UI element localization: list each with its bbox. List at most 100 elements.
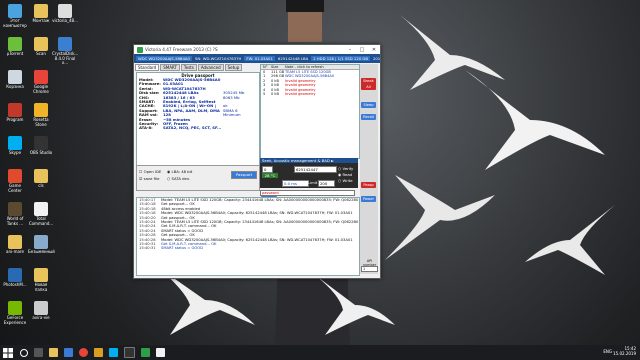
taskbar: ENG 15:42 15.02.2019 — [0, 345, 640, 360]
rosetta-icon — [34, 103, 48, 117]
tab-standard[interactable]: Standard — [135, 64, 160, 71]
folder-icon — [34, 169, 48, 183]
desktop-icon[interactable]: Монтаж — [28, 4, 54, 24]
desktop-icon[interactable]: Rosetta Stone — [28, 103, 54, 127]
password-input[interactable]: password — [260, 190, 355, 196]
desktop-icon[interactable]: PhotoshM... — [2, 268, 28, 288]
log-line: 15:40:31 SMART status = GOOD — [137, 246, 359, 250]
sleep-button[interactable]: Sleep — [361, 102, 376, 108]
desktop-icon[interactable]: World of Tanks ... — [2, 202, 28, 226]
save-file-label: save file — [143, 176, 160, 181]
obs-taskbar-icon[interactable] — [124, 347, 135, 358]
passport-value: SATA2, NCQ, PEC, SCT, SF... — [163, 126, 222, 131]
system-tray[interactable]: ENG 15:42 15.02.2019 — [603, 346, 636, 356]
app-icon — [137, 46, 143, 53]
lba-radio[interactable]: ◉ LBA: 48 bit — [167, 169, 192, 174]
col-number[interactable]: N° — [261, 65, 271, 69]
desktop-icon[interactable]: Program — [2, 103, 28, 123]
desktop-icon-label: victoria_48... — [52, 18, 78, 23]
seek-panel: Seek, Acoustic management & BAD ► 0 6251… — [260, 158, 358, 198]
desktop-icon[interactable]: GeForce Experience — [2, 301, 28, 325]
close-icon[interactable]: ✕ — [368, 47, 380, 53]
limit-input[interactable]: 200 — [318, 180, 335, 187]
desktop-icon[interactable]: µTorrent — [2, 37, 28, 57]
desktop-icon-label: avira-vie — [32, 315, 50, 320]
desktop-icon[interactable]: Корзина — [2, 70, 28, 90]
desktop-icon[interactable]: Новая папка — [28, 268, 54, 292]
desktop-icon-label: Total Command... — [28, 216, 54, 226]
recall-button[interactable]: Recall — [361, 114, 376, 120]
start-lba-input[interactable]: 0 — [262, 166, 273, 173]
totalcmd-icon — [34, 202, 48, 216]
desktop: Этот компьютер Монтаж victoria_48... µTorre… — [0, 0, 640, 345]
toolbar-field: FW: 01.03A01 — [244, 56, 275, 61]
desktop-icon[interactable]: victoria_48... — [52, 4, 78, 24]
desktop-icon[interactable]: Google Chrome — [28, 70, 54, 94]
window-title: Victoria 4.47 Freeware 2013 (C) ?S — [145, 47, 218, 52]
desktop-icon-label: Этот компьютер — [3, 18, 27, 28]
desktop-icon[interactable]: Game Center — [2, 169, 28, 193]
sata-radio[interactable]: ○ SATA dev. — [167, 176, 190, 181]
edge-icon[interactable] — [64, 348, 73, 357]
search-icon[interactable] — [20, 348, 28, 357]
desktop-icon[interactable]: CrystalDisk... 8.4.0 Final x... — [52, 37, 78, 66]
dove-image — [385, 175, 495, 260]
tab-smart[interactable]: SMART — [160, 64, 180, 71]
desktop-icon-label: Rosetta Stone — [33, 117, 49, 127]
desktop-icon-label: ani-mare — [6, 249, 24, 254]
desktop-icon[interactable]: Этот компьютер — [2, 4, 28, 28]
power-button[interactable]: Power — [361, 196, 376, 202]
col-note[interactable]: Note - click to refresh — [285, 65, 359, 69]
file-icon — [58, 4, 72, 18]
passport-button[interactable]: Passport — [231, 171, 257, 179]
drive-row[interactable]: 5 0 kB Invalid geometry — [261, 92, 359, 96]
window-titlebar[interactable]: Victoria 4.47 Freeware 2013 (C) ?S – □ ✕ — [134, 45, 380, 54]
maximize-icon[interactable]: □ — [356, 47, 368, 53]
desktop-icon[interactable]: avira-vie — [28, 301, 54, 321]
program-icon — [8, 103, 22, 117]
passport-key: ATA-8: — [139, 125, 153, 131]
desktop-icon-label: Game Center — [8, 183, 22, 193]
desktop-icon[interactable]: OBS Studio — [28, 136, 54, 156]
break-all-button[interactable]: Break All — [361, 78, 376, 90]
chrome-taskbar-icon[interactable] — [79, 348, 88, 357]
victoria-taskbar-icon[interactable] — [141, 348, 150, 357]
gamecenter-icon — [8, 169, 22, 183]
temperature-display: 28 °C — [262, 173, 278, 178]
desktop-icon[interactable]: Scan — [28, 37, 54, 57]
desktop-icon-label: cls — [38, 183, 44, 188]
desktop-icon-label: Google Chrome — [33, 84, 49, 94]
lba-label: LBA: 48 bit — [171, 169, 193, 174]
store-icon[interactable] — [94, 348, 103, 357]
save-file-checkbox[interactable]: ☑ save file — [139, 176, 160, 181]
radio-write[interactable]: ○ Write — [338, 178, 353, 184]
tab-setup[interactable]: Setup — [224, 64, 243, 71]
tab-advanced[interactable]: Advanced — [197, 64, 224, 71]
minimize-icon[interactable]: – — [344, 47, 356, 53]
api-number-input[interactable]: 1 — [361, 266, 378, 272]
passp-button[interactable]: Passp — [361, 182, 376, 188]
victoria-window[interactable]: Victoria 4.47 Freeware 2013 (C) ?S – □ ✕… — [133, 44, 381, 279]
col-size[interactable]: Size — [271, 65, 285, 69]
skype-taskbar-icon[interactable] — [109, 348, 118, 357]
desktop-icon[interactable]: Total Command... — [28, 202, 54, 226]
open-ide-checkbox[interactable]: ☐ Open IDE — [139, 169, 161, 174]
desktop-icon[interactable]: ani-mare — [2, 235, 28, 255]
tab-tests[interactable]: Tests — [180, 64, 197, 71]
end-lba-input[interactable]: 625142447 — [294, 166, 337, 173]
language-indicator[interactable]: ENG — [603, 349, 612, 354]
info-toolbar: WDC WD3200AAJS-56B4A0 SN: WD-WCAT1047637H… — [134, 54, 380, 63]
totalcmd-taskbar-icon[interactable] — [156, 348, 165, 357]
desktop-icon[interactable]: Skype — [2, 136, 28, 156]
task-view-icon[interactable] — [34, 348, 43, 357]
windows-start-icon[interactable] — [3, 347, 13, 358]
desktop-icon-label: Scan — [36, 51, 46, 56]
limit-label: Limit — [308, 180, 318, 185]
desktop-icon[interactable]: cls — [28, 169, 54, 189]
desktop-icons: Этот компьютер Монтаж victoria_48... µTorre… — [0, 0, 78, 345]
desktop-icon[interactable]: Безымянный — [28, 235, 55, 255]
drive-note: Invalid geometry — [285, 92, 316, 97]
desktop-icon-label: GeForce Experience — [3, 315, 27, 325]
explorer-icon[interactable] — [49, 348, 58, 357]
clock-date[interactable]: 15.02.2019 — [613, 351, 636, 356]
